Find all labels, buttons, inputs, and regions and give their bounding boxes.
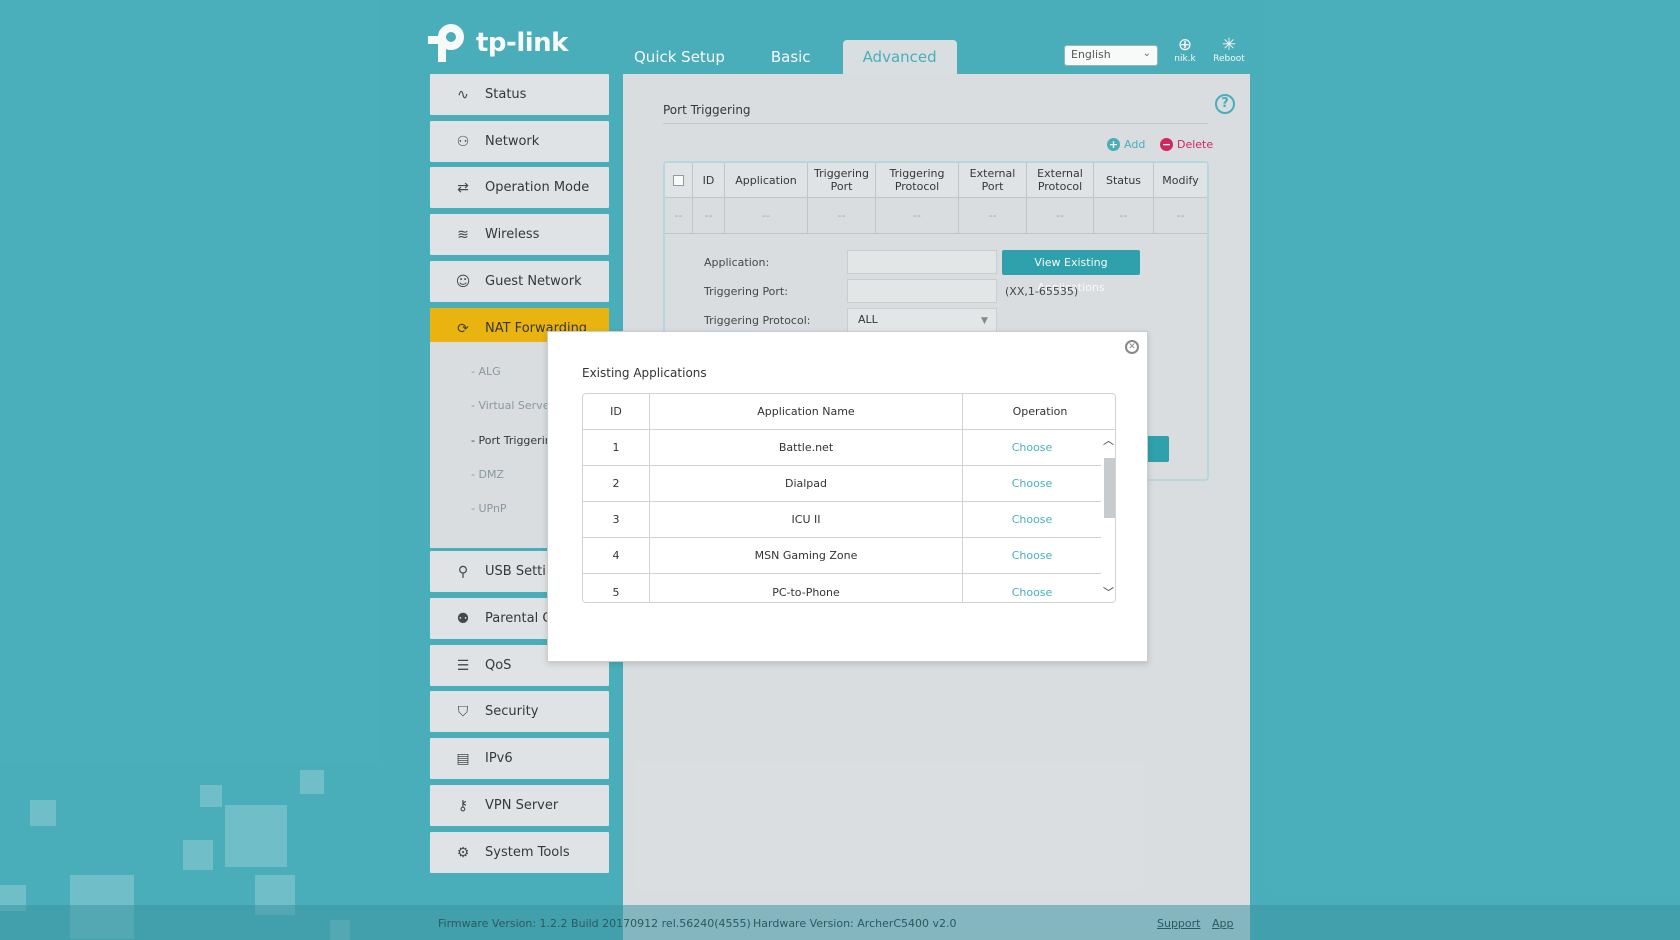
app-id: 4 bbox=[583, 538, 650, 573]
chevron-up-icon[interactable]: ︿ bbox=[1103, 432, 1114, 448]
app-id: 5 bbox=[583, 574, 650, 602]
app-link[interactable]: App bbox=[1212, 917, 1234, 930]
choose-cell: Choose bbox=[963, 430, 1101, 465]
table-row: 5 PC-to-Phone Choose bbox=[583, 574, 1115, 602]
table-header: ID Application Name Operation bbox=[583, 394, 1115, 430]
choose-link[interactable]: Choose bbox=[1012, 549, 1053, 562]
app-id: 2 bbox=[583, 466, 650, 501]
choose-cell: Choose bbox=[963, 502, 1101, 537]
choose-cell: Choose bbox=[963, 574, 1101, 602]
hardware-version: Hardware Version: ArcherC5400 v2.0 bbox=[753, 917, 957, 930]
column-header: ID bbox=[583, 394, 650, 429]
support-link[interactable]: Support bbox=[1157, 917, 1200, 930]
applications-table: ID Application Name Operation 1 Battle.n… bbox=[582, 393, 1116, 603]
close-icon[interactable]: ✕ bbox=[1125, 340, 1139, 354]
choose-cell: Choose bbox=[963, 538, 1101, 573]
column-header: Operation bbox=[1012, 405, 1068, 418]
choose-cell: Choose bbox=[963, 466, 1101, 501]
column-header: Application Name bbox=[650, 394, 963, 429]
chevron-down-icon[interactable]: ﹀ bbox=[1103, 584, 1114, 600]
existing-applications-dialog: ✕ Existing Applications ID Application N… bbox=[547, 331, 1148, 662]
table-scrollbar[interactable]: ︿ ﹀ bbox=[1101, 430, 1115, 602]
table-row: 4 MSN Gaming Zone Choose bbox=[583, 538, 1115, 574]
app-link-text[interactable]: App bbox=[1212, 917, 1234, 930]
app-name: Battle.net bbox=[650, 430, 963, 465]
choose-link[interactable]: Choose bbox=[1012, 477, 1053, 490]
choose-link[interactable]: Choose bbox=[1012, 586, 1053, 599]
choose-link[interactable]: Choose bbox=[1012, 513, 1053, 526]
app-id: 3 bbox=[583, 502, 650, 537]
app-id: 1 bbox=[583, 430, 650, 465]
app-name: Dialpad bbox=[650, 466, 963, 501]
table-row: 2 Dialpad Choose bbox=[583, 466, 1115, 502]
table-row: 3 ICU II Choose bbox=[583, 502, 1115, 538]
scrollbar-thumb[interactable] bbox=[1104, 458, 1115, 518]
app-name: ICU II bbox=[650, 502, 963, 537]
app-name: PC-to-Phone bbox=[650, 574, 963, 602]
app-name: MSN Gaming Zone bbox=[650, 538, 963, 573]
table-row: 1 Battle.net Choose bbox=[583, 430, 1115, 466]
dialog-title: Existing Applications bbox=[582, 366, 707, 380]
support-link-text[interactable]: Support bbox=[1157, 917, 1200, 930]
choose-link[interactable]: Choose bbox=[1012, 441, 1053, 454]
firmware-version: Firmware Version: 1.2.2 Build 20170912 r… bbox=[438, 917, 751, 930]
